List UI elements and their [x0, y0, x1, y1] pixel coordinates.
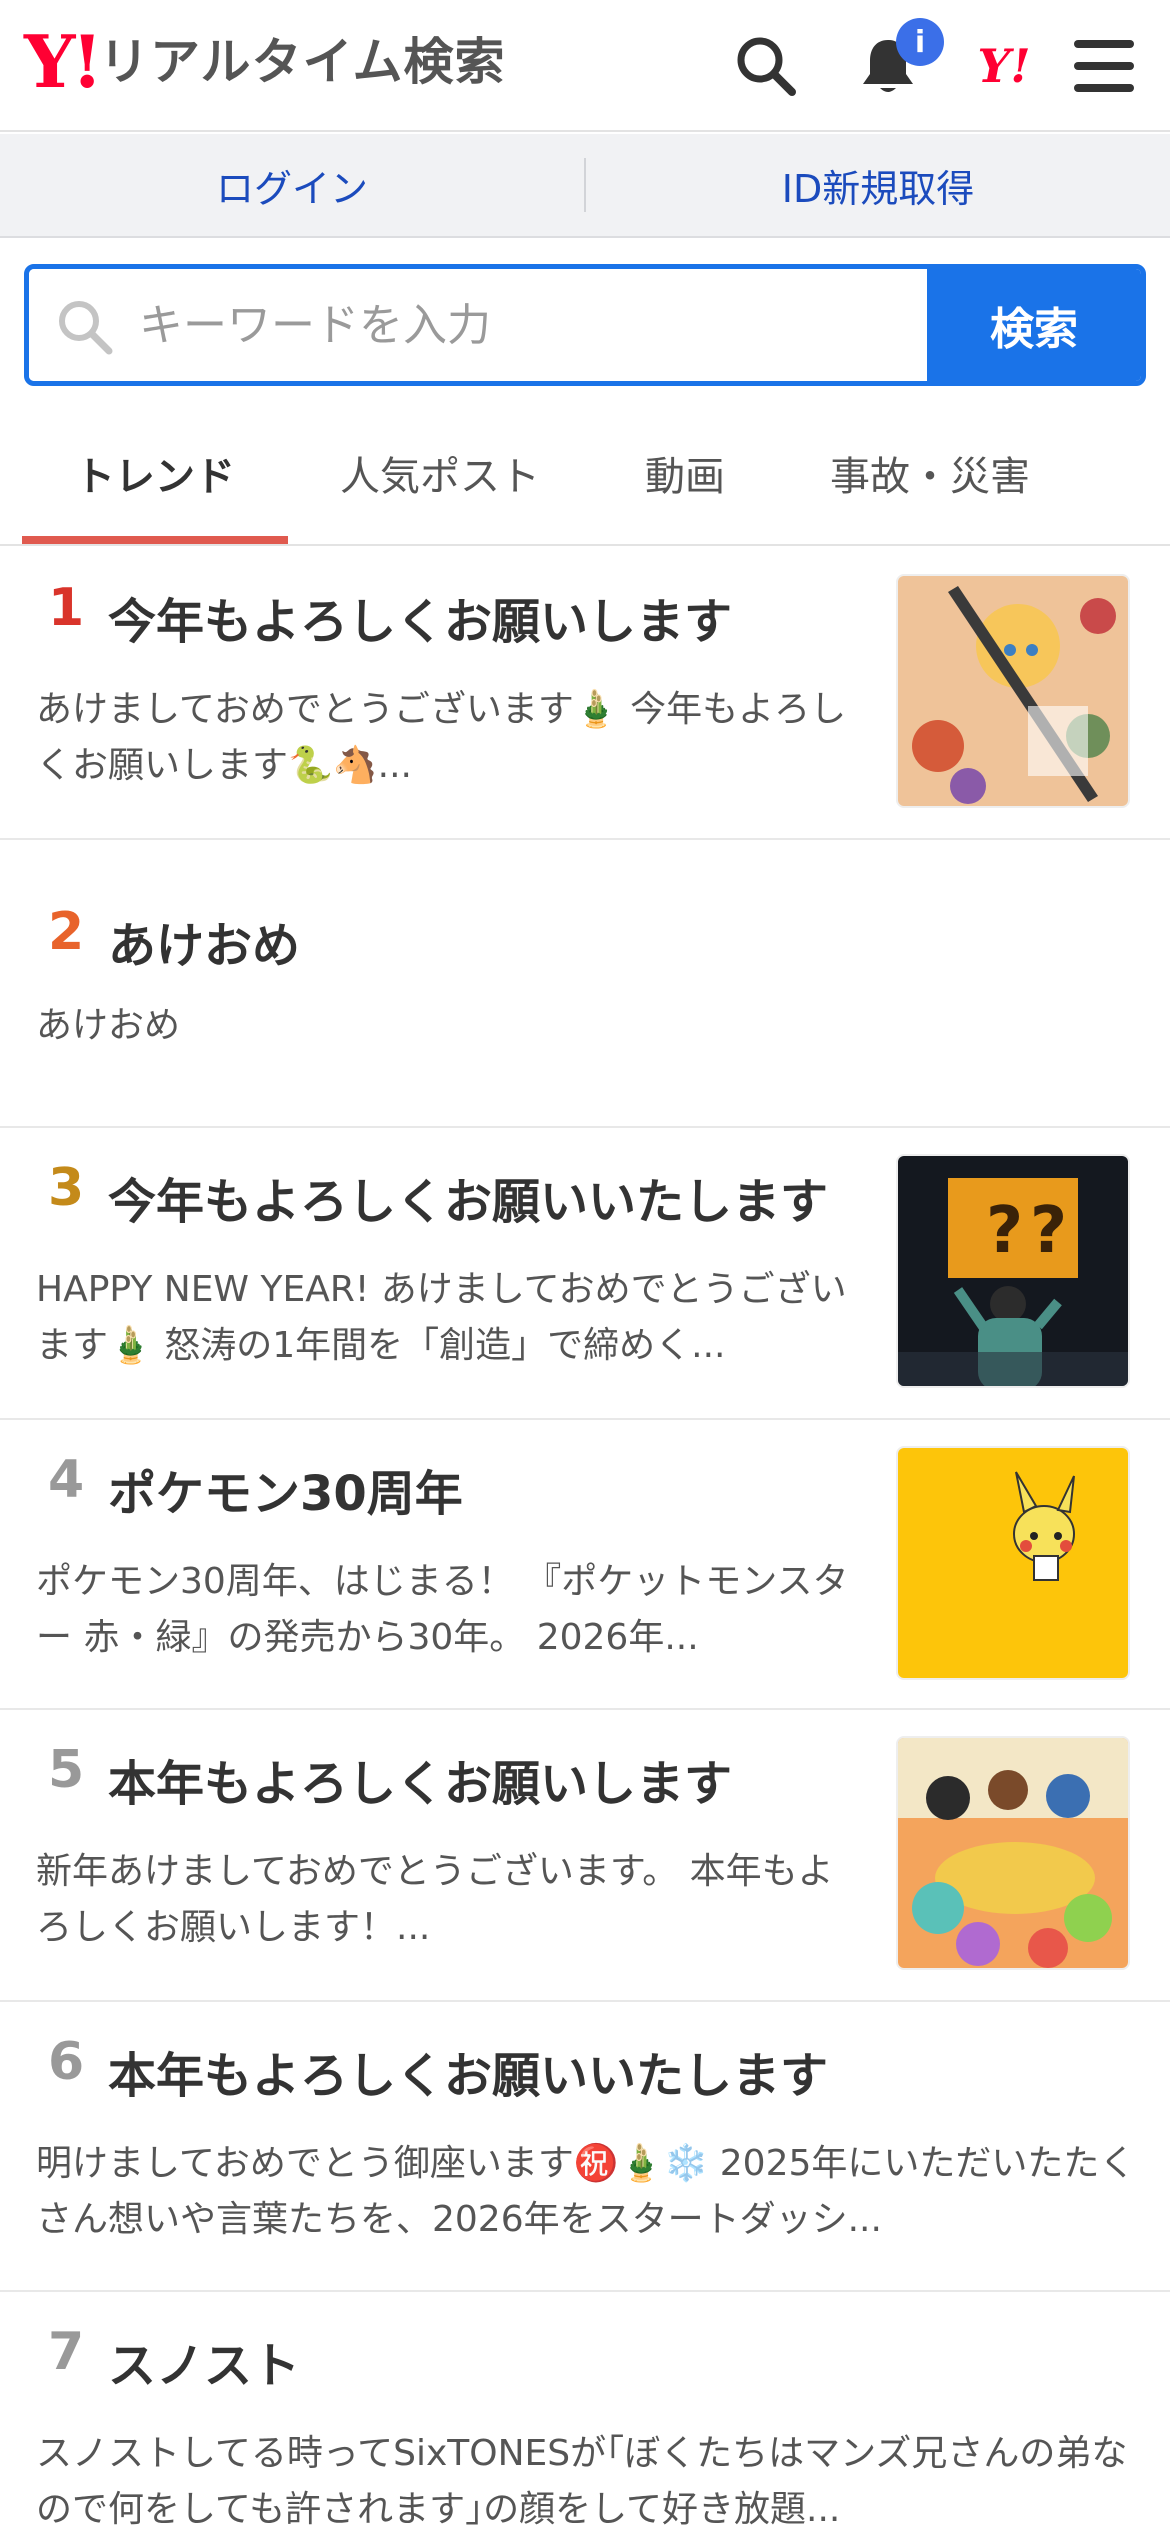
login-link[interactable]: ログイン — [0, 158, 584, 213]
trend-rank: 4 — [48, 1450, 85, 1510]
trend-thumbnail — [896, 1736, 1130, 1970]
trend-description: あけおめ — [36, 1005, 181, 1046]
trend-title: 今年もよろしくお願いします — [108, 594, 733, 650]
search-icon — [737, 37, 796, 96]
yahoo-japan-top-link[interactable]: Y! — [966, 28, 1042, 104]
question-block-photo: ? ? — [898, 1156, 1128, 1386]
pikachu-image — [898, 1448, 1128, 1678]
trend-title: スノスト — [108, 2338, 301, 2394]
trend-description: ポケモン30周年、はじまる！ 『ポケットモンスター 赤・緑』の発売から30年。 … — [36, 1561, 849, 1658]
anime-art-image — [898, 576, 1128, 806]
trend-item-1[interactable]: 1 今年もよろしくお願いします あけましておめでとうございます🎍 今年もよろしく… — [0, 548, 1170, 840]
trend-description: あけましておめでとうございます🎍 今年もよろしくお願いします🐍🐴... — [36, 689, 847, 786]
trend-item-5[interactable]: 5 本年もよろしくお願いします 新年あけましておめでとうございます。 本年もよろ… — [0, 1710, 1170, 2002]
trend-rank: 7 — [48, 2322, 85, 2382]
search-form: 検索 — [24, 264, 1146, 386]
yahoo-realtime-logo[interactable]: Y! リアルタイム検索 — [24, 26, 506, 98]
active-tab-indicator — [22, 536, 288, 544]
trend-item-6[interactable]: 6 本年もよろしくお願いいたします 明けましておめでとう御座います㊗️🎍❄️ 2… — [0, 2002, 1170, 2292]
trend-item-4[interactable]: 4 ポケモン30周年 ポケモン30周年、はじまる！ 『ポケットモンスター 赤・緑… — [0, 1420, 1170, 1710]
app-header: Y! リアルタイム検索 i Y! — [0, 0, 1170, 132]
trend-thumbnail: ? ? — [896, 1154, 1130, 1388]
trend-item-2[interactable]: 2 あけおめ あけおめ — [0, 840, 1170, 1128]
trend-rank: 2 — [48, 902, 85, 962]
search-field-wrapper — [29, 269, 939, 381]
trend-rank: 3 — [48, 1158, 85, 1218]
search-field-icon — [59, 301, 113, 355]
notification-button[interactable]: i — [850, 18, 944, 104]
hamburger-menu-icon — [1074, 40, 1134, 92]
trend-title: 本年もよろしくお願いいたします — [108, 2048, 829, 2104]
trend-description: HAPPY NEW YEAR! あけましておめでとうございます🎍 怒涛の1年間を… — [36, 1269, 847, 1366]
notification-badge: i — [896, 18, 944, 66]
trend-title: ポケモン30周年 — [108, 1466, 463, 1522]
trend-thumbnail — [896, 1446, 1130, 1680]
trend-title: 今年もよろしくお願いいたします — [108, 1174, 829, 1230]
trend-rank: 6 — [48, 2032, 85, 2092]
trend-rank: 5 — [48, 1740, 85, 1800]
trend-thumbnail — [896, 574, 1130, 808]
yahoo-japan-icon: Y! — [977, 39, 1031, 93]
header-search-button[interactable] — [728, 28, 804, 104]
tab-popular-posts[interactable]: 人気ポスト — [300, 402, 580, 544]
category-tabs: トレンド 人気ポスト 動画 事故・災害 — [0, 402, 1170, 546]
menu-button[interactable] — [1066, 28, 1142, 104]
search-input[interactable] — [139, 269, 939, 381]
trend-title: あけおめ — [108, 918, 301, 974]
svg-text:?: ? — [1030, 1194, 1067, 1268]
tab-trend[interactable]: トレンド — [22, 402, 288, 544]
svg-text:?: ? — [986, 1194, 1023, 1268]
trend-description: 明けましておめでとう御座います㊗️🎍❄️ 2025年にいただいたたくさん想いや言… — [36, 2143, 1136, 2240]
tab-videos[interactable]: 動画 — [590, 402, 780, 544]
yahoo-logo-mark: Y! — [24, 19, 103, 104]
logo-title: リアルタイム検索 — [99, 33, 506, 91]
search-button[interactable]: 検索 — [927, 269, 1141, 381]
trend-item-3[interactable]: 3 今年もよろしくお願いいたします HAPPY NEW YEAR! あけましてお… — [0, 1128, 1170, 1420]
signup-link[interactable]: ID新規取得 — [586, 158, 1170, 213]
trend-title: 本年もよろしくお願いします — [108, 1756, 733, 1812]
tab-accidents-disasters[interactable]: 事故・災害 — [790, 402, 1070, 544]
trend-description: 新年あけましておめでとうございます。 本年もよろしくお願いします！... — [36, 1851, 834, 1948]
trend-rank: 1 — [48, 578, 85, 638]
trend-item-7[interactable]: 7 スノスト スノストしてる時ってSixTONESが｢ぼくたちはマンズ兄さんの弟… — [0, 2292, 1170, 2532]
auth-bar: ログイン ID新規取得 — [0, 134, 1170, 238]
trend-description: スノストしてる時ってSixTONESが｢ぼくたちはマンズ兄さんの弟なので何をして… — [36, 2433, 1128, 2530]
cartoon-group-image — [898, 1738, 1128, 1968]
